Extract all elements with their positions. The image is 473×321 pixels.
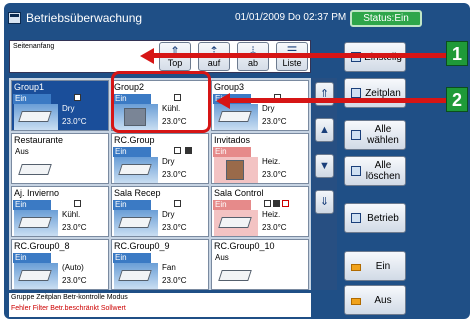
operation-button[interactable]: Betrieb	[344, 203, 406, 233]
page-header-text: Seitenanfang	[13, 43, 55, 50]
legend-row-1: Gruppe Zeitplan Betr-kontrolle Modus	[11, 294, 128, 301]
window-icon	[8, 12, 21, 24]
clear-all-button[interactable]: Alle löschen	[344, 156, 406, 186]
indoor-unit-icon	[14, 104, 58, 130]
door-unit-icon	[214, 157, 258, 183]
callout-line-2	[226, 98, 447, 103]
scroll-column: ⇑ ▲ ▼ ⇓	[312, 78, 337, 290]
icon-legend: Gruppe Zeitplan Betr-kontrolle Modus Feh…	[9, 293, 311, 317]
page-title: Betriebsüberwachung	[26, 11, 143, 25]
select-all-button[interactable]: Alle wählen	[344, 120, 406, 150]
legend-row-2: Fehler Filter Betr.beschränkt Sollwert	[11, 305, 126, 312]
cassette-unit-icon	[214, 263, 258, 289]
group-tile[interactable]: RC.Group0_8 Ein (Auto) 23.0°C	[11, 239, 109, 290]
highlight-box	[111, 71, 211, 133]
callout-badge-1: 1	[446, 41, 468, 66]
scroll-down-button[interactable]: ▼	[315, 154, 334, 178]
callout-line-1	[152, 53, 448, 58]
callout-arrow-2	[216, 93, 230, 109]
callout-badge-2: 2	[446, 87, 468, 112]
indoor-unit-icon	[14, 210, 58, 236]
indoor-unit-icon	[114, 157, 158, 183]
datetime: 01/01/2009 Do 02:37 PM	[235, 12, 347, 23]
schedule-icon	[174, 200, 181, 207]
status-badge: Status:Ein	[350, 10, 422, 27]
scroll-up-button[interactable]: ▲	[315, 118, 334, 142]
operation-icon	[351, 213, 361, 223]
clear-all-icon	[351, 166, 361, 176]
group-tile[interactable]: RC.Group0_9 Ein Fan 23.0°C	[111, 239, 209, 290]
indoor-unit-icon	[114, 210, 158, 236]
calendar-icon	[351, 88, 361, 98]
operation-control-icon	[185, 147, 192, 154]
group-tile[interactable]: Sala Control Ein Heiz. 23.0°C	[211, 186, 309, 237]
group-tile[interactable]: Invitados Ein Heiz. 23.0°C	[211, 133, 309, 184]
operation-control-icon	[273, 200, 280, 207]
group-tile[interactable]: RC.Group Ein Dry 23.0°C	[111, 133, 209, 184]
group-tile[interactable]: Sala Recep Ein Dry 23.0°C	[111, 186, 209, 237]
indoor-unit-icon	[14, 157, 58, 183]
group-tile[interactable]: RC.Group0_10 Aus	[211, 239, 309, 290]
schedule-icon	[74, 200, 81, 207]
cassette-unit-icon	[214, 210, 258, 236]
cassette-unit-icon	[14, 263, 58, 289]
on-indicator-icon	[351, 264, 361, 271]
schedule-icon	[74, 94, 81, 101]
select-all-icon	[351, 130, 361, 140]
scroll-bottom-button[interactable]: ⇓	[315, 190, 334, 214]
cassette-unit-icon	[114, 263, 158, 289]
callout-arrow-1	[140, 48, 154, 64]
title-bar: Betriebsüberwachung 01/01/2009 Do 02:37 …	[6, 8, 460, 30]
on-button[interactable]: Ein	[344, 251, 406, 281]
off-button[interactable]: Aus	[344, 285, 406, 315]
schedule-icon	[174, 147, 181, 154]
group-tile[interactable]: Restaurante Aus	[11, 133, 109, 184]
schedule-button[interactable]: Zeitplan	[344, 78, 406, 108]
off-indicator-icon	[351, 298, 361, 305]
group-tile[interactable]: Aj. Invierno Ein Kühl. 23.0°C	[11, 186, 109, 237]
group-tile[interactable]: Group1 Ein Dry 23.0°C	[11, 80, 109, 131]
schedule-icon	[264, 200, 271, 207]
restricted-icon	[282, 200, 289, 207]
